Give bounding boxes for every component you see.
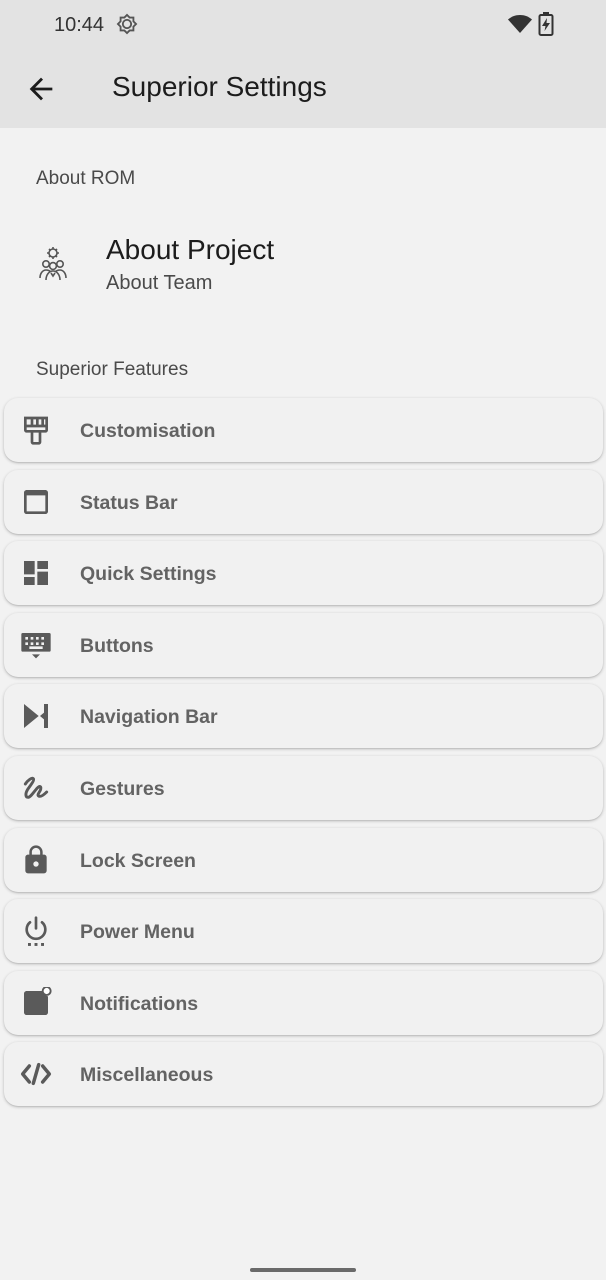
- feature-power-menu[interactable]: Power Menu: [4, 899, 603, 964]
- wifi-icon: [508, 15, 532, 33]
- about-project-title: About Project: [106, 234, 275, 265]
- feature-notifications[interactable]: Notifications: [4, 970, 603, 1035]
- arrow-back-icon[interactable]: [24, 72, 58, 106]
- feature-customisation[interactable]: Customisation: [4, 398, 603, 462]
- feature-label: Power Menu: [80, 921, 195, 944]
- status-bar: 10:44: [0, 0, 606, 50]
- about-project-subtitle: About Team: [106, 272, 213, 294]
- feature-miscellaneous[interactable]: Miscellaneous: [4, 1042, 603, 1107]
- feature-status-bar[interactable]: Status Bar: [4, 469, 603, 534]
- feature-label: Lock Screen: [80, 849, 196, 872]
- sync-brightness-icon: [116, 13, 138, 35]
- section-header-about-rom: About ROM: [36, 168, 136, 189]
- feature-navigation-bar[interactable]: Navigation Bar: [4, 684, 603, 749]
- dashboard-tiles-icon: [24, 561, 48, 586]
- navigation-icon: [24, 704, 48, 729]
- notification-dot-icon: [24, 986, 52, 1015]
- features-list: Customisation Status Bar Quick Settings …: [4, 398, 603, 1114]
- feature-label: Notifications: [80, 992, 199, 1015]
- feature-label: Navigation Bar: [80, 706, 218, 729]
- page-title: Superior Settings: [112, 71, 327, 102]
- feature-label: Quick Settings: [80, 563, 217, 586]
- feature-label: Status Bar: [80, 491, 178, 514]
- feature-label: Gestures: [80, 777, 165, 800]
- keyboard-icon: [21, 632, 51, 659]
- section-header-superior-features: Superior Features: [36, 359, 189, 380]
- home-indicator[interactable]: [250, 1268, 356, 1272]
- feature-buttons[interactable]: Buttons: [4, 612, 603, 677]
- status-time: 10:44: [54, 14, 105, 36]
- about-project-item[interactable]: About Project About Team: [0, 216, 606, 316]
- status-bar-icon: [24, 489, 48, 514]
- feature-label: Miscellaneous: [80, 1064, 214, 1087]
- paint-brush-icon: [24, 416, 48, 445]
- feature-label: Buttons: [80, 634, 154, 657]
- gesture-icon: [23, 776, 49, 799]
- power-icon: [25, 916, 47, 947]
- code-icon: [20, 1063, 52, 1086]
- feature-gestures[interactable]: Gestures: [4, 755, 603, 820]
- feature-label: Customisation: [80, 420, 216, 442]
- lock-icon: [25, 844, 47, 873]
- feature-lock-screen[interactable]: Lock Screen: [4, 827, 603, 892]
- app-bar: Superior Settings: [0, 50, 606, 128]
- team-icon: [39, 247, 67, 281]
- feature-quick-settings[interactable]: Quick Settings: [4, 541, 603, 606]
- battery-charging-icon: [538, 12, 554, 36]
